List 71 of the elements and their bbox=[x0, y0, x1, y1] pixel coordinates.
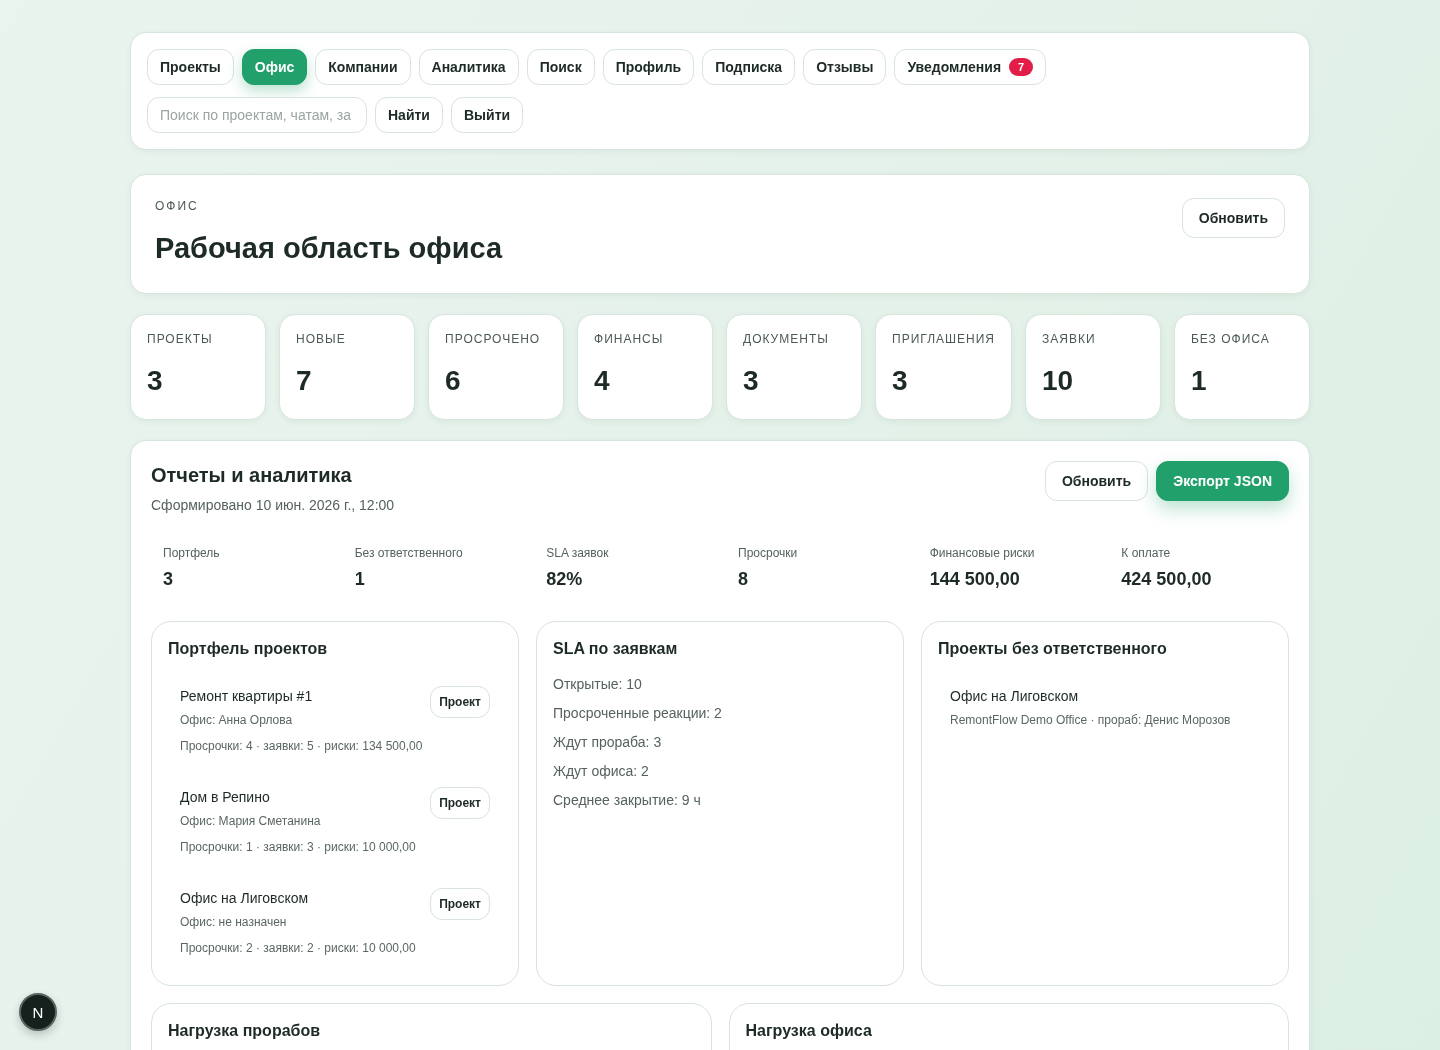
sla-line: Ждут прораба: 3 bbox=[553, 733, 663, 752]
project-name: Офис на Лиговском bbox=[950, 687, 1080, 706]
metric-label: SLA заявок bbox=[546, 545, 610, 562]
nav-tab[interactable]: Компании bbox=[315, 49, 411, 85]
project-name: Офис на Лиговском bbox=[180, 889, 310, 908]
dev-indicator-button[interactable]: N bbox=[19, 993, 57, 1031]
panel-title: SLA по заявкам bbox=[553, 639, 679, 659]
stat-value: 3 bbox=[743, 364, 760, 398]
stat-label: НОВЫЕ bbox=[296, 331, 347, 347]
stat-label: ПРИГЛАШЕНИЯ bbox=[892, 331, 995, 347]
project-office: Офис: Анна Орлова bbox=[180, 712, 294, 728]
metric-value: 424 500,00 bbox=[1121, 568, 1213, 591]
metric-label: Финансовые риски bbox=[929, 545, 1036, 562]
toolbar-button[interactable]: Выйти bbox=[450, 97, 524, 133]
nav-tab[interactable]: Аналитика bbox=[418, 49, 519, 85]
stat-label: БЕЗ ОФИСА bbox=[1191, 331, 1271, 347]
sla-line: Ждут офиса: 2 bbox=[553, 762, 650, 781]
project-button[interactable]: Проект bbox=[430, 787, 490, 819]
metric-value: 144 500,00 bbox=[929, 568, 1021, 591]
metric-label: Портфель bbox=[163, 545, 221, 562]
project-office: Офис: не назначен bbox=[180, 914, 288, 930]
section-label: ОФИС bbox=[155, 198, 200, 214]
nav-tab[interactable]: Проекты bbox=[147, 49, 234, 85]
toolbar-button[interactable]: Найти bbox=[375, 97, 443, 133]
stat-value: 7 bbox=[296, 364, 313, 398]
stat-label: ПРОСРОЧЕНО bbox=[445, 331, 542, 347]
metric-label: Просрочки bbox=[738, 545, 799, 562]
stat-label: ФИНАНСЫ bbox=[594, 331, 665, 347]
nav-tab[interactable]: Профиль bbox=[602, 49, 695, 85]
nav-tab[interactable]: Отзывы bbox=[803, 49, 887, 85]
project-button[interactable]: Проект bbox=[430, 686, 490, 718]
notification-badge: 7 bbox=[1009, 58, 1034, 76]
project-name: Ремонт квартиры #1 bbox=[180, 687, 314, 706]
project-name: Дом в Репино bbox=[180, 788, 271, 807]
panel-title: Портфель проектов bbox=[168, 639, 329, 659]
stat-value: 3 bbox=[892, 364, 909, 398]
sla-line: Открытые: 10 bbox=[553, 675, 643, 694]
report-timestamp: Сформировано 10 июн. 2026 г., 12:00 bbox=[151, 496, 395, 515]
sla-line: Среднее закрытие: 9 ч bbox=[553, 791, 702, 810]
project-details: RemontFlow Demo Office · прораб: Денис Морозов bbox=[950, 712, 1231, 728]
project-stats: Просрочки: 1 · заявки: 3 · риски: 10 000,00 bbox=[180, 839, 416, 855]
panel-title: Проекты без ответственного bbox=[938, 639, 1168, 659]
section-title: Отчеты и аналитика bbox=[151, 463, 353, 488]
project-button[interactable]: Проект bbox=[430, 888, 490, 920]
metric-value: 8 bbox=[738, 568, 749, 591]
stat-value: 1 bbox=[1191, 364, 1208, 398]
page-title: Рабочая область офиса bbox=[155, 231, 503, 266]
metric-label: Без ответственного bbox=[354, 545, 464, 562]
stat-label: ПРОЕКТЫ bbox=[147, 331, 214, 347]
refresh-button[interactable]: Обновить bbox=[1181, 198, 1285, 238]
panel-title: Нагрузка офиса bbox=[745, 1021, 873, 1041]
stat-value: 10 bbox=[1041, 364, 1075, 398]
metric-label: К оплате bbox=[1121, 545, 1172, 562]
stat-value: 4 bbox=[594, 364, 611, 398]
metric-value: 3 bbox=[163, 568, 174, 591]
refresh-button[interactable]: Обновить bbox=[1044, 461, 1149, 501]
nav-tab[interactable]: Подписка bbox=[702, 49, 796, 85]
metric-value: 1 bbox=[354, 568, 366, 591]
stat-value: 3 bbox=[147, 364, 164, 398]
project-stats: Просрочки: 4 · заявки: 5 · риски: 134 500,00 bbox=[180, 738, 423, 754]
project-stats: Просрочки: 2 · заявки: 2 · риски: 10 000,00 bbox=[180, 940, 416, 956]
stat-label: ЗАЯВКИ bbox=[1041, 331, 1097, 347]
panel-title: Нагрузка прорабов bbox=[168, 1021, 322, 1041]
stat-label: ДОКУМЕНТЫ bbox=[743, 331, 830, 347]
project-office: Офис: Мария Сметанина bbox=[180, 813, 322, 829]
metric-value: 82% bbox=[546, 568, 584, 591]
sla-line: Просроченные реакции: 2 bbox=[553, 704, 723, 723]
search-field[interactable]: Поиск по проектам, чатам, за bbox=[147, 97, 367, 133]
stat-value: 6 bbox=[445, 364, 462, 398]
nav-tab[interactable]: Уведомления 7 bbox=[894, 49, 1047, 85]
nav-tab[interactable]: Поиск bbox=[526, 49, 595, 85]
